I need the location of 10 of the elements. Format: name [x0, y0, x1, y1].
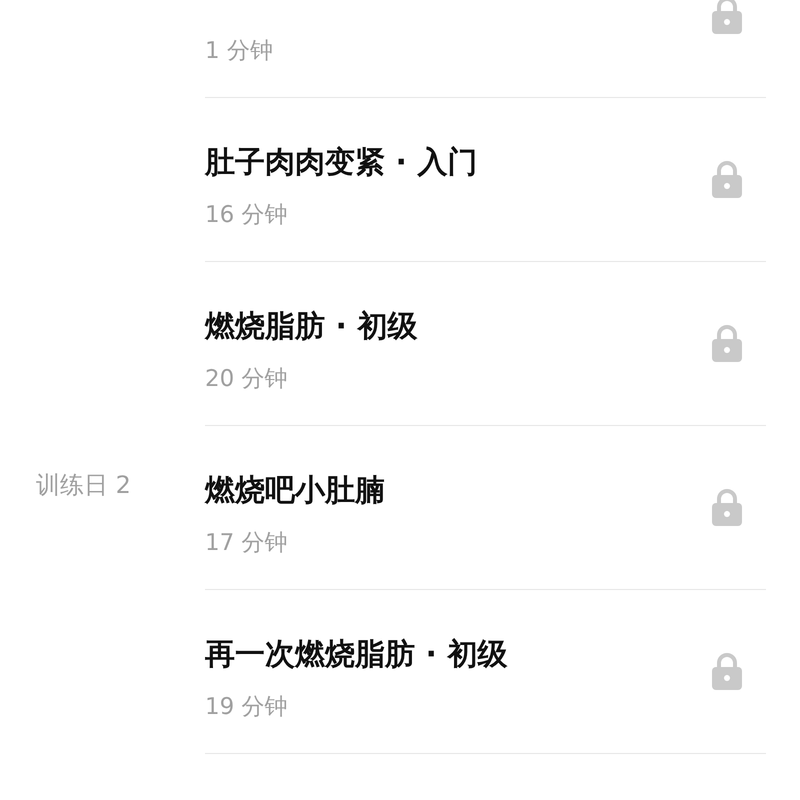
lesson-duration: 1 分钟 [205, 37, 273, 66]
lesson-duration: 16 分钟 [205, 201, 288, 230]
lesson-title[interactable]: 燃烧脂肪 · 初级 [205, 309, 418, 344]
lesson-duration: 20 分钟 [205, 365, 288, 394]
day-label: 训练日 2 [36, 471, 131, 499]
lesson-title[interactable]: 燃烧吧小肚腩 [205, 473, 385, 508]
lesson-duration: 17 分钟 [205, 529, 288, 558]
lesson-title[interactable]: 肚子肉肉变紧 · 入门 [205, 145, 478, 180]
lesson-title[interactable]: 再一次燃烧脂肪 · 初级 [205, 637, 508, 672]
lesson-duration: 19 分钟 [205, 693, 288, 722]
